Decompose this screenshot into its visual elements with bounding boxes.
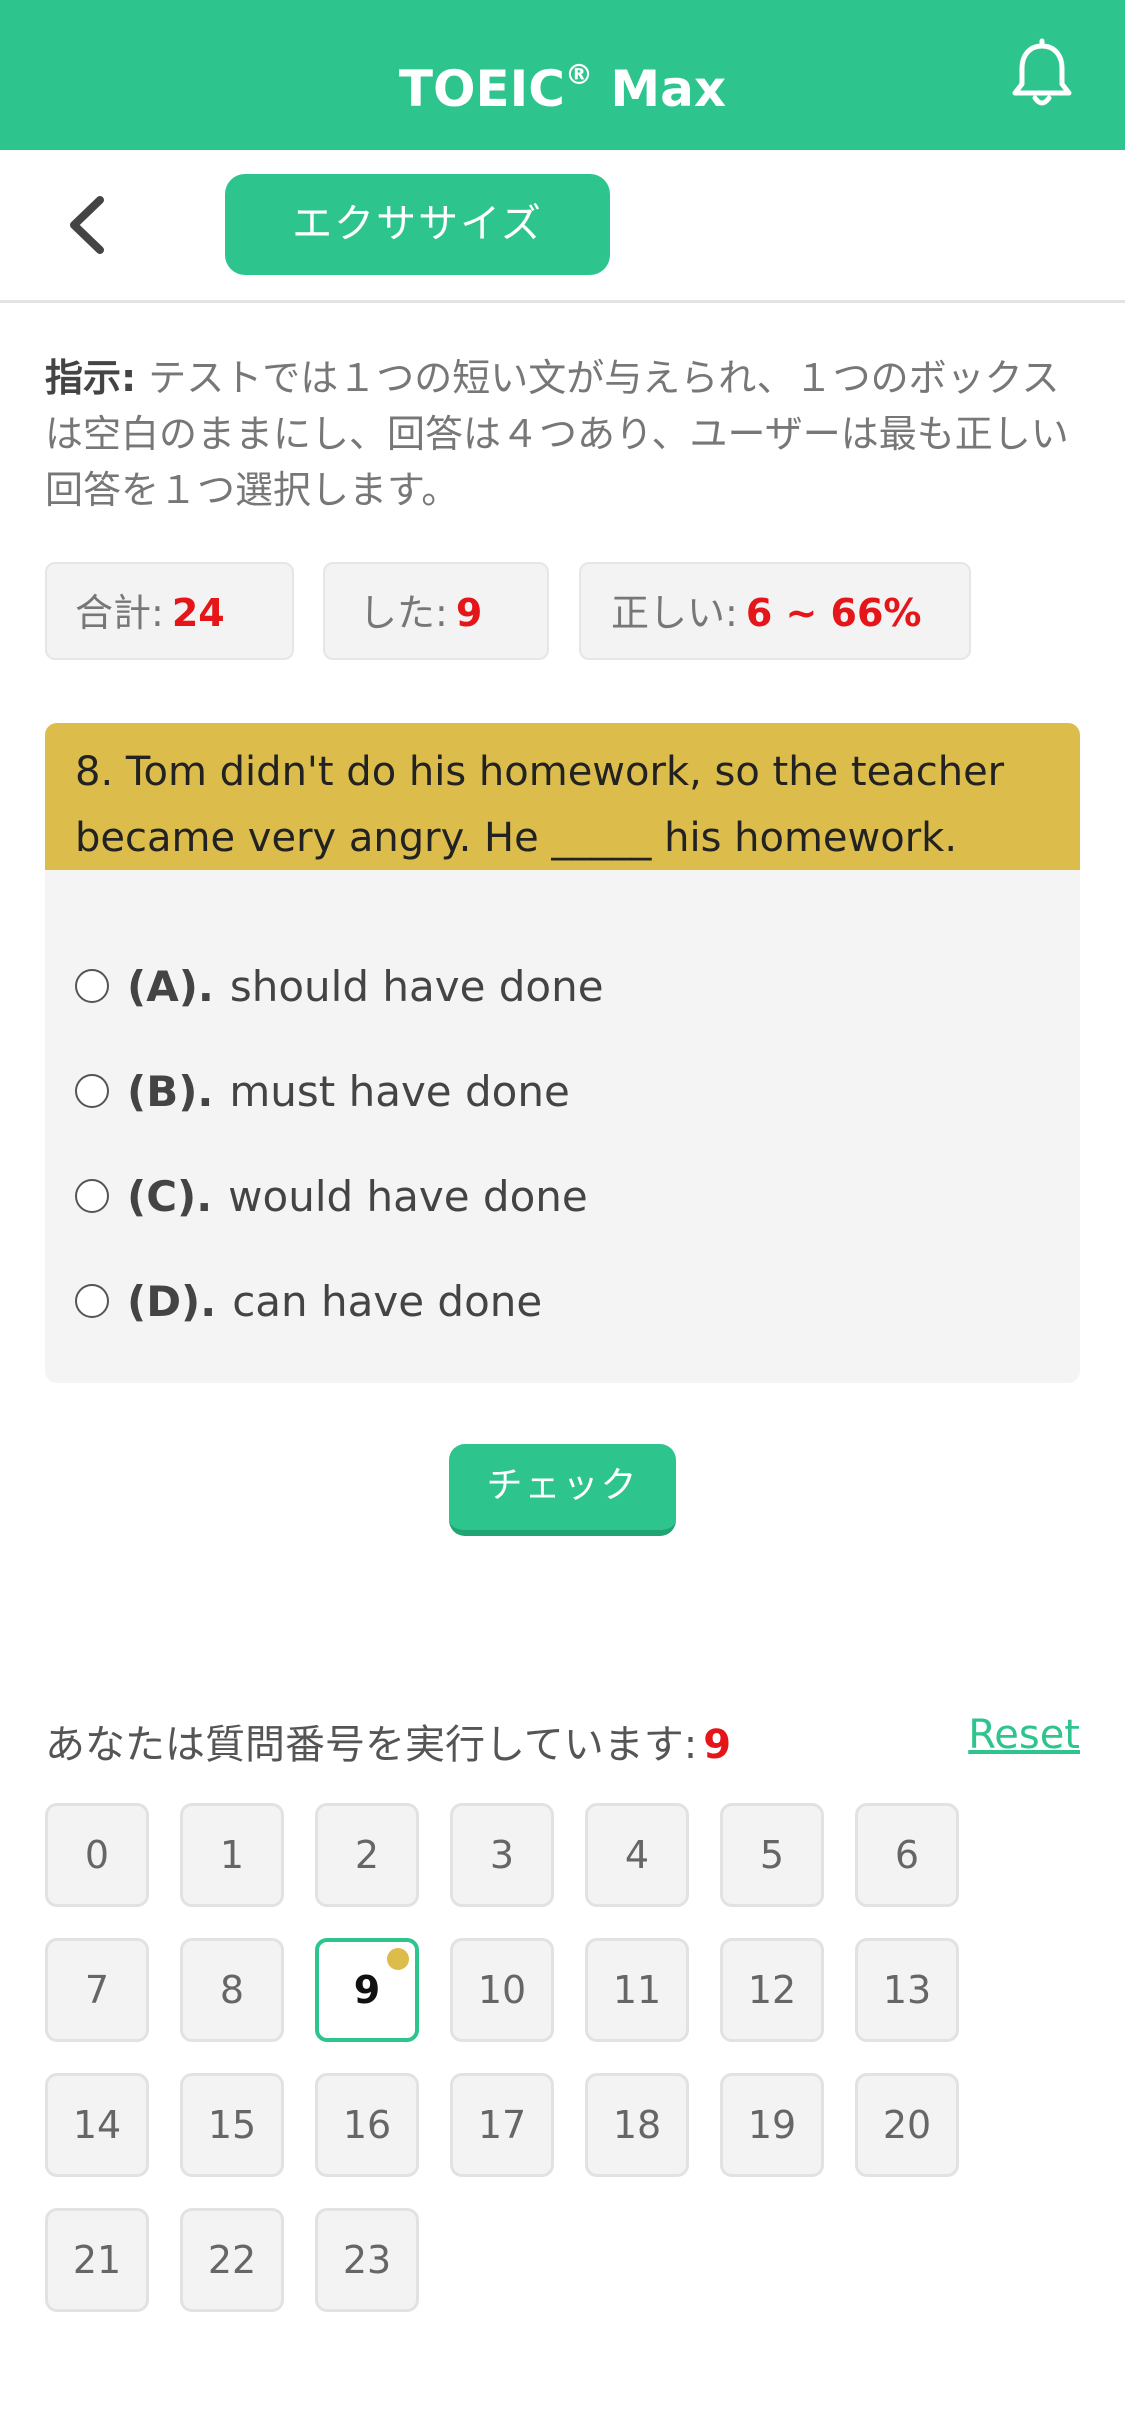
question-number-button[interactable]: 18 (585, 2073, 689, 2177)
option-a[interactable]: (A). should have done (75, 956, 604, 1016)
bell-icon[interactable] (1005, 38, 1079, 112)
question-number-button[interactable]: 11 (585, 1938, 689, 2042)
question-text: 8. Tom didn't do his homework, so the te… (45, 723, 1080, 870)
option-text: can have done (232, 1276, 543, 1326)
stat-done-label: した: (359, 591, 448, 635)
check-button[interactable]: チェック (449, 1444, 676, 1536)
option-letter: (D). (127, 1276, 217, 1326)
stat-total-label: 合計: (75, 591, 164, 635)
option-d[interactable]: (D). can have done (75, 1271, 542, 1331)
question-number-button[interactable]: 5 (720, 1803, 824, 1907)
question-number-button[interactable]: 14 (45, 2073, 149, 2177)
question-number-button[interactable]: 1 (180, 1803, 284, 1907)
current-question-label: あなたは質問番号を実行しています: 9 (45, 1712, 731, 1770)
radio-button[interactable] (75, 1179, 109, 1213)
stat-total: 合計: 24 (45, 562, 294, 660)
radio-button[interactable] (75, 1284, 109, 1318)
instructions-text: テストでは１つの短い文が与えられ、１つのボックスは空白のままにし、回答は４つあり… (45, 356, 1069, 512)
stat-correct: 正しい: 6 ~ 66% (579, 562, 971, 660)
option-letter: (C). (127, 1171, 213, 1221)
question-number-button[interactable]: 12 (720, 1938, 824, 2042)
tab-exercise[interactable]: エクササイズ (225, 174, 610, 275)
option-text: must have done (229, 1066, 570, 1116)
app-header: TOEIC® Max (0, 0, 1125, 150)
radio-button[interactable] (75, 1074, 109, 1108)
option-letter: (A). (127, 961, 214, 1011)
radio-button[interactable] (75, 969, 109, 1003)
question-number-button[interactable]: 3 (450, 1803, 554, 1907)
option-c[interactable]: (C). would have done (75, 1166, 588, 1226)
question-card: 8. Tom didn't do his homework, so the te… (45, 723, 1080, 1383)
question-number-button[interactable]: 17 (450, 2073, 554, 2177)
question-number-button[interactable]: 19 (720, 2073, 824, 2177)
question-number-button[interactable]: 2 (315, 1803, 419, 1907)
question-number-button[interactable]: 4 (585, 1803, 689, 1907)
current-indicator-dot (387, 1948, 409, 1970)
current-question-text: あなたは質問番号を実行しています: (45, 1722, 698, 1768)
question-number-button[interactable]: 0 (45, 1803, 149, 1907)
question-number-button[interactable]: 22 (180, 2208, 284, 2312)
question-number-button[interactable]: 7 (45, 1938, 149, 2042)
instructions: 指示: テストでは１つの短い文が与えられ、１つのボックスは空白のままにし、回答は… (45, 350, 1075, 518)
question-number-button[interactable]: 20 (855, 2073, 959, 2177)
question-number-button[interactable]: 10 (450, 1938, 554, 2042)
question-number-button[interactable]: 8 (180, 1938, 284, 2042)
current-question-number: 9 (703, 1722, 732, 1768)
sub-navigation: エクササイズ (0, 150, 1125, 303)
option-b[interactable]: (B). must have done (75, 1061, 570, 1121)
stat-correct-value: 6 ~ 66% (745, 591, 922, 635)
question-number-button[interactable]: 13 (855, 1938, 959, 2042)
question-number-button[interactable]: 23 (315, 2208, 419, 2312)
question-number-button[interactable]: 6 (855, 1803, 959, 1907)
question-number-button[interactable]: 9 (315, 1938, 419, 2042)
question-number-button[interactable]: 16 (315, 2073, 419, 2177)
instructions-label: 指示: (45, 356, 137, 400)
stat-correct-label: 正しい: (611, 591, 738, 635)
option-letter: (B). (127, 1066, 214, 1116)
question-number-button[interactable]: 15 (180, 2073, 284, 2177)
stat-total-value: 24 (171, 591, 225, 635)
question-number-button[interactable]: 21 (45, 2208, 149, 2312)
app-title: TOEIC® Max (398, 58, 727, 118)
chevron-left-icon[interactable] (60, 194, 120, 256)
stat-done: した: 9 (323, 562, 549, 660)
option-text: would have done (228, 1171, 588, 1221)
option-text: should have done (229, 961, 604, 1011)
reset-link[interactable]: Reset (968, 1712, 1080, 1758)
stat-done-value: 9 (455, 591, 483, 635)
